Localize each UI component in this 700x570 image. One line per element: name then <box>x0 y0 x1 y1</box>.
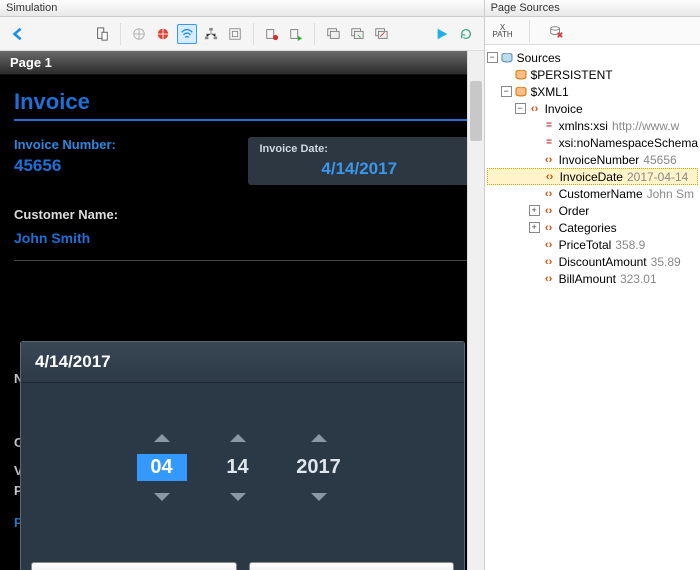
play-green-icon[interactable] <box>286 24 306 44</box>
month-value[interactable]: 04 <box>137 454 187 481</box>
tree-customer-name[interactable]: ‹›CustomerNameJohn Sm <box>487 185 698 202</box>
simulation-pane: Simulation Page 1 Invoice In <box>0 0 485 570</box>
day-spinner: 14 <box>213 434 263 501</box>
device-icon[interactable] <box>92 24 112 44</box>
invoice-date-value: 4/14/2017 <box>260 159 460 179</box>
snapshot2-icon[interactable] <box>347 24 367 44</box>
vertical-scrollbar[interactable] <box>467 51 484 570</box>
delete-source-icon[interactable] <box>546 21 566 41</box>
page-content: Invoice Invoice Number: 45656 Invoice Da… <box>0 75 484 269</box>
tree-persistent[interactable]: $PERSISTENT <box>487 66 698 83</box>
tree-xsi-nons[interactable]: =xsi:noNamespaceSchema <box>487 134 698 151</box>
year-down-icon[interactable] <box>311 493 327 501</box>
refresh-icon[interactable] <box>456 24 476 44</box>
play-icon[interactable] <box>432 24 452 44</box>
page-header: Page 1 <box>0 51 484 75</box>
year-up-icon[interactable] <box>311 434 327 442</box>
outline-icon[interactable] <box>225 24 245 44</box>
tree-root[interactable]: −Sources <box>487 49 698 66</box>
simulation-toolbar <box>0 17 484 51</box>
snapshot1-icon[interactable] <box>323 24 343 44</box>
year-spinner: 2017 <box>289 434 349 501</box>
scroll-thumb[interactable] <box>470 81 482 141</box>
year-value[interactable]: 2017 <box>289 454 349 481</box>
network-icon[interactable] <box>201 24 221 44</box>
sources-tree: −Sources $PERSISTENT −$XML1 −‹›Invoice =… <box>485 45 700 291</box>
tree-xmlns-xsi[interactable]: =xmlns:xsihttp://www.w <box>487 117 698 134</box>
invoice-number-value: 45656 <box>14 156 238 176</box>
tree-invoice-date[interactable]: ‹›InvoiceDate2017-04-14 <box>487 168 698 185</box>
tree-xml1[interactable]: −$XML1 <box>487 83 698 100</box>
simulation-title: Simulation <box>0 0 484 17</box>
globe-grey-icon[interactable] <box>129 24 149 44</box>
date-picker-title: 4/14/2017 <box>21 342 464 383</box>
page-sources-toolbar: XPATH <box>485 17 700 45</box>
back-icon[interactable] <box>8 24 28 44</box>
tree-categories[interactable]: +‹›Categories <box>487 219 698 236</box>
divider <box>14 119 471 121</box>
snapshot3-icon[interactable] <box>371 24 391 44</box>
tree-invoice[interactable]: −‹›Invoice <box>487 100 698 117</box>
tree-discount-amount[interactable]: ‹›DiscountAmount35.89 <box>487 253 698 270</box>
page-sources-title: Page Sources <box>485 0 700 17</box>
invoice-date-label: Invoice Date: <box>260 143 460 155</box>
record-icon[interactable] <box>262 24 282 44</box>
page-sources-pane: Page Sources XPATH −Sources $PERSISTENT … <box>485 0 700 570</box>
day-down-icon[interactable] <box>230 493 246 501</box>
month-down-icon[interactable] <box>154 493 170 501</box>
tree-price-total[interactable]: ‹›PriceTotal358.9 <box>487 236 698 253</box>
day-up-icon[interactable] <box>230 434 246 442</box>
xpath-icon[interactable]: XPATH <box>493 21 513 41</box>
tree-order[interactable]: +‹›Order <box>487 202 698 219</box>
invoice-title: Invoice <box>14 89 471 115</box>
divider2 <box>14 260 471 261</box>
month-up-icon[interactable] <box>154 434 170 442</box>
simulation-body: Page 1 Invoice Invoice Number: 45656 Inv… <box>0 51 484 570</box>
tree-invoice-number[interactable]: ‹›InvoiceNumber45656 <box>487 151 698 168</box>
day-value[interactable]: 14 <box>213 454 263 481</box>
invoice-date-field[interactable]: Invoice Date: 4/14/2017 <box>248 137 472 185</box>
cancel-button[interactable]: Cancel <box>249 562 455 570</box>
wifi-icon[interactable] <box>177 24 197 44</box>
tree-bill-amount[interactable]: ‹›BillAmount323.01 <box>487 270 698 287</box>
date-picker: 4/14/2017 04 14 2017 <box>20 341 465 570</box>
month-spinner: 04 <box>137 434 187 501</box>
globe-red-icon[interactable] <box>153 24 173 44</box>
customer-name-label: Customer Name: <box>14 207 471 222</box>
invoice-number-label: Invoice Number: <box>14 137 238 152</box>
customer-name-value: John Smith <box>14 230 471 246</box>
set-button[interactable]: Set <box>31 562 237 570</box>
